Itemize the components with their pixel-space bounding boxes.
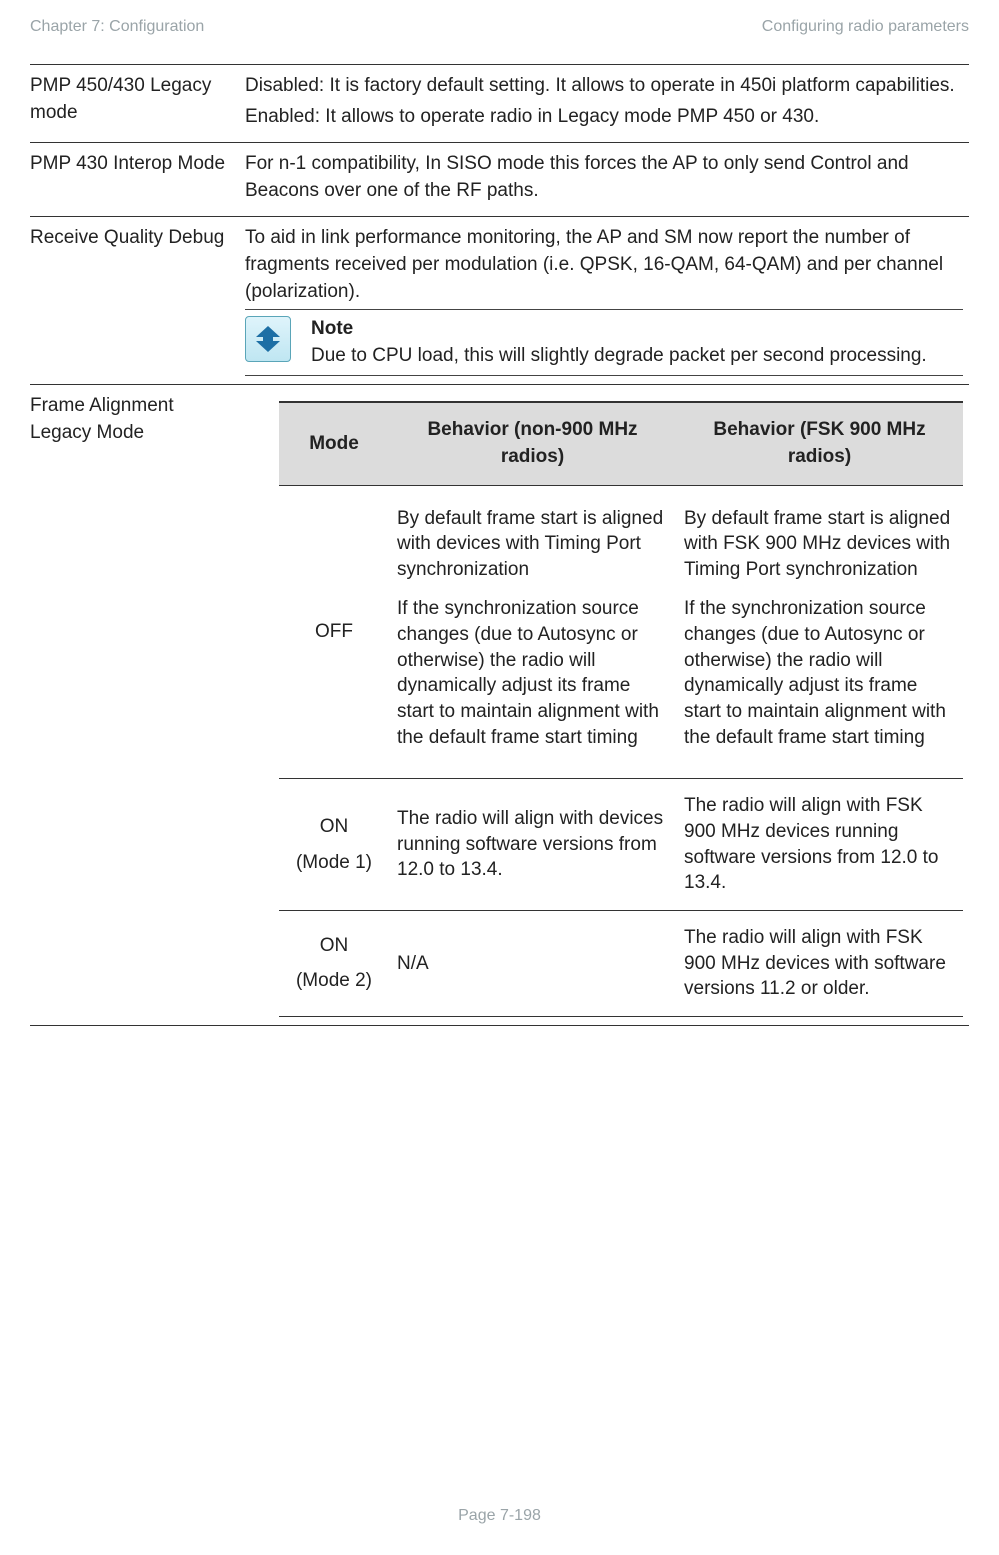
horizontal-rule (30, 1025, 969, 1026)
behavior-cell: N/A (389, 910, 676, 1016)
paragraph: If the synchronization source changes (d… (684, 596, 955, 750)
behavior-cell: The radio will align with FSK 900 MHz de… (676, 910, 963, 1016)
mode-cell: OFF (279, 485, 389, 779)
mode-cell: ON (Mode 2) (279, 910, 389, 1016)
attr-name: PMP 430 Interop Mode (30, 143, 245, 217)
col-header-fsk900: Behavior (FSK 900 MHz radios) (676, 402, 963, 485)
page-footer: Page 7-198 (0, 1507, 999, 1525)
attr-desc: Mode Behavior (non-900 MHz radios) Behav… (245, 385, 969, 1025)
mode-behavior-table: Mode Behavior (non-900 MHz radios) Behav… (279, 401, 963, 1016)
mode-cell: ON (Mode 1) (279, 779, 389, 911)
mode-sublabel: (Mode 2) (287, 968, 381, 994)
attr-name: PMP 450/430 Legacy mode (30, 65, 245, 143)
behavior-cell: By default frame start is aligned with F… (676, 485, 963, 779)
paragraph: Enabled: It allows to operate radio in L… (245, 104, 963, 131)
note-icon (245, 316, 291, 362)
behavior-cell: The radio will align with FSK 900 MHz de… (676, 779, 963, 911)
paragraph: Disabled: It is factory default setting.… (245, 73, 963, 100)
table-row: PMP 450/430 Legacy mode Disabled: It is … (30, 65, 969, 143)
col-header-non900: Behavior (non-900 MHz radios) (389, 402, 676, 485)
attr-desc: To aid in link performance monitoring, t… (245, 217, 969, 385)
col-header-mode: Mode (279, 402, 389, 485)
attr-name: Frame Alignment Legacy Mode (30, 385, 245, 1025)
header-left: Chapter 7: Configuration (30, 18, 204, 36)
table-row: OFF By default frame start is aligned wi… (279, 485, 963, 779)
attr-desc: Disabled: It is factory default setting.… (245, 65, 969, 143)
paragraph: For n-1 compatibility, In SISO mode this… (245, 151, 963, 204)
note-title: Note (311, 316, 963, 343)
note-body: Note Due to CPU load, this will slightly… (311, 316, 963, 369)
table-row: Receive Quality Debug To aid in link per… (30, 217, 969, 385)
attr-name: Receive Quality Debug (30, 217, 245, 385)
table-row: PMP 430 Interop Mode For n-1 compatibili… (30, 143, 969, 217)
paragraph: To aid in link performance monitoring, t… (245, 225, 963, 305)
paragraph: By default frame start is aligned with d… (397, 506, 668, 583)
attribute-table: PMP 450/430 Legacy mode Disabled: It is … (30, 64, 969, 1025)
note-text: Due to CPU load, this will slightly degr… (311, 343, 963, 370)
attr-desc: For n-1 compatibility, In SISO mode this… (245, 143, 969, 217)
note-callout: Note Due to CPU load, this will slightly… (245, 309, 963, 376)
page-header: Chapter 7: Configuration Configuring rad… (30, 18, 969, 36)
mode-label: ON (287, 933, 381, 959)
mode-label: ON (287, 814, 381, 840)
paragraph: By default frame start is aligned with F… (684, 506, 955, 583)
mode-sublabel: (Mode 1) (287, 850, 381, 876)
table-row: Frame Alignment Legacy Mode Mode Behavio… (30, 385, 969, 1025)
table-row: ON (Mode 1) The radio will align with de… (279, 779, 963, 911)
behavior-cell: By default frame start is aligned with d… (389, 485, 676, 779)
behavior-cell: The radio will align with devices runnin… (389, 779, 676, 911)
table-row: ON (Mode 2) N/A The radio will align wit… (279, 910, 963, 1016)
paragraph: If the synchronization source changes (d… (397, 596, 668, 750)
header-right: Configuring radio parameters (762, 18, 969, 36)
